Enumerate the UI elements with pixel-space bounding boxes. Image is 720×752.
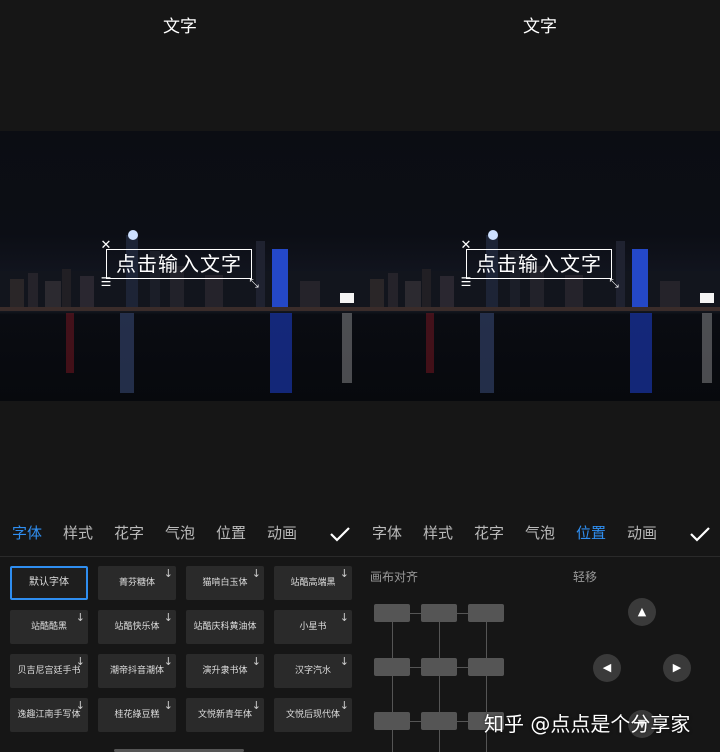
font-option-label: 站酷酷黑 bbox=[30, 622, 67, 632]
tab-animation[interactable]: 动画 bbox=[267, 522, 297, 543]
tab-bar: 字体 样式 花字 气泡 位置 动画 bbox=[0, 522, 360, 550]
font-option[interactable]: 猫啃白玉体 ↓ bbox=[186, 566, 264, 600]
menu-icon[interactable]: ☰ bbox=[459, 275, 473, 289]
align-center[interactable] bbox=[421, 658, 457, 676]
tab-flower-text[interactable]: 花字 bbox=[474, 522, 504, 543]
font-option-label: 演升隶书体 bbox=[202, 666, 248, 676]
divider bbox=[0, 556, 360, 557]
font-option-label: 站酷高端黑 bbox=[290, 578, 336, 588]
tab-position[interactable]: 位置 bbox=[576, 522, 606, 543]
font-option-label: 站酷快乐体 bbox=[114, 622, 160, 632]
tab-style[interactable]: 样式 bbox=[423, 522, 453, 543]
font-option-label: 默认字体 bbox=[29, 577, 69, 588]
font-option[interactable]: 站酷酷黑 ↓ bbox=[10, 610, 88, 644]
font-option-label: 猫啃白玉体 bbox=[202, 578, 248, 588]
font-option-label: 站酷庆科黄油体 bbox=[193, 622, 257, 632]
font-option[interactable]: 小星书 ↓ bbox=[274, 610, 352, 644]
font-option[interactable]: 站酷快乐体 ↓ bbox=[98, 610, 176, 644]
tab-font[interactable]: 字体 bbox=[372, 522, 402, 543]
page-title: 文字 bbox=[163, 17, 197, 37]
font-option-label: 文悦新青年体 bbox=[197, 710, 252, 720]
nudge-left-icon[interactable]: ◀ bbox=[593, 654, 621, 682]
nudge-right-icon[interactable]: ▶ bbox=[663, 654, 691, 682]
text-placeholder[interactable]: 点击输入文字 bbox=[107, 250, 251, 278]
font-option[interactable]: 演升隶书体 ↓ bbox=[186, 654, 264, 688]
close-icon[interactable]: ✕ bbox=[99, 239, 113, 253]
resize-icon[interactable]: ⤡ bbox=[247, 276, 261, 290]
font-option[interactable]: 汉字汽水 ↓ bbox=[274, 654, 352, 688]
position-panel: 文字 点击输入文字 ✕ ☰ ⤡ 字体 样式 花字 气泡 位置 动画 画布对齐 轻… bbox=[360, 0, 720, 752]
font-option[interactable]: 站酷高端黑 ↓ bbox=[274, 566, 352, 600]
font-option-label: 桂花綠豆糕 bbox=[114, 710, 160, 720]
download-icon[interactable]: ↓ bbox=[76, 700, 85, 711]
align-top-right[interactable] bbox=[468, 604, 504, 622]
download-icon[interactable]: ↓ bbox=[340, 612, 349, 623]
font-option-label: 菁芬糖体 bbox=[118, 578, 155, 588]
align-top-left[interactable] bbox=[374, 604, 410, 622]
font-option[interactable]: 文悦新青年体 ↓ bbox=[186, 698, 264, 732]
close-icon[interactable]: ✕ bbox=[459, 239, 473, 253]
font-option[interactable]: 菁芬糖体 ↓ bbox=[98, 566, 176, 600]
tab-font[interactable]: 字体 bbox=[12, 522, 42, 543]
font-option[interactable]: 桂花綠豆糕 ↓ bbox=[98, 698, 176, 732]
photo-preview: 点击输入文字 ✕ ☰ ⤡ bbox=[360, 131, 720, 401]
tab-bar: 字体 样式 花字 气泡 位置 动画 bbox=[360, 522, 720, 550]
align-middle-right[interactable] bbox=[468, 658, 504, 676]
tab-bubble[interactable]: 气泡 bbox=[165, 522, 195, 543]
font-option-label: 小星书 bbox=[299, 622, 327, 632]
watermark: 知乎 @点点是个分享家 bbox=[484, 712, 691, 736]
menu-icon[interactable]: ☰ bbox=[99, 275, 113, 289]
divider bbox=[360, 556, 720, 557]
confirm-check-icon[interactable] bbox=[688, 522, 712, 546]
download-icon[interactable]: ↓ bbox=[340, 568, 349, 579]
download-icon[interactable]: ↓ bbox=[164, 700, 173, 711]
tab-style[interactable]: 样式 bbox=[63, 522, 93, 543]
tab-animation[interactable]: 动画 bbox=[627, 522, 657, 543]
font-option[interactable]: 逸趣江南手写体 ↓ bbox=[10, 698, 88, 732]
download-icon[interactable]: ↓ bbox=[340, 700, 349, 711]
resize-icon[interactable]: ⤡ bbox=[607, 276, 621, 290]
download-icon[interactable]: ↓ bbox=[76, 656, 85, 667]
tab-bubble[interactable]: 气泡 bbox=[525, 522, 555, 543]
confirm-check-icon[interactable] bbox=[328, 522, 352, 546]
font-option[interactable]: 潮帝抖音潮体 ↓ bbox=[98, 654, 176, 688]
font-option-label: 潮帝抖音潮体 bbox=[109, 666, 164, 676]
align-bottom-left[interactable] bbox=[374, 712, 410, 730]
tab-flower-text[interactable]: 花字 bbox=[114, 522, 144, 543]
align-middle-left[interactable] bbox=[374, 658, 410, 676]
font-option-label: 逸趣江南手写体 bbox=[17, 710, 81, 720]
font-option-label: 汉字汽水 bbox=[294, 666, 331, 676]
download-icon[interactable]: ↓ bbox=[252, 656, 261, 667]
download-icon[interactable]: ↓ bbox=[340, 656, 349, 667]
font-option[interactable]: 文悦后现代体 ↓ bbox=[274, 698, 352, 732]
font-option-label: 文悦后现代体 bbox=[285, 710, 340, 720]
font-panel: 文字 点击输入文字 ✕ ☰ ⤡ 字体 样式 花字 气泡 位置 动画 默认字体 菁… bbox=[0, 0, 360, 752]
nudge-label: 轻移 bbox=[573, 570, 598, 584]
font-option[interactable]: 站酷庆科黄油体 bbox=[186, 610, 264, 644]
download-icon[interactable]: ↓ bbox=[164, 568, 173, 579]
download-icon[interactable]: ↓ bbox=[164, 656, 173, 667]
download-icon[interactable]: ↓ bbox=[252, 700, 261, 711]
photo-preview: 点击输入文字 ✕ ☰ ⤡ bbox=[0, 131, 360, 401]
text-placeholder[interactable]: 点击输入文字 bbox=[467, 250, 611, 278]
nudge-up-icon[interactable]: ▲ bbox=[628, 598, 656, 626]
download-icon[interactable]: ↓ bbox=[252, 568, 261, 579]
download-icon[interactable]: ↓ bbox=[164, 612, 173, 623]
align-bottom-center[interactable] bbox=[421, 712, 457, 730]
text-box[interactable]: 点击输入文字 ✕ ☰ ⤡ bbox=[101, 239, 259, 291]
font-option[interactable]: 贝吉尼宫廷手书 ↓ bbox=[10, 654, 88, 688]
download-icon[interactable]: ↓ bbox=[76, 612, 85, 623]
page-title: 文字 bbox=[523, 17, 557, 37]
font-option[interactable]: 默认字体 bbox=[10, 566, 88, 600]
font-option-label: 贝吉尼宫廷手书 bbox=[17, 666, 81, 676]
canvas-align-label: 画布对齐 bbox=[370, 570, 419, 584]
text-box[interactable]: 点击输入文字 ✕ ☰ ⤡ bbox=[461, 239, 619, 291]
tab-position[interactable]: 位置 bbox=[216, 522, 246, 543]
align-top-center[interactable] bbox=[421, 604, 457, 622]
